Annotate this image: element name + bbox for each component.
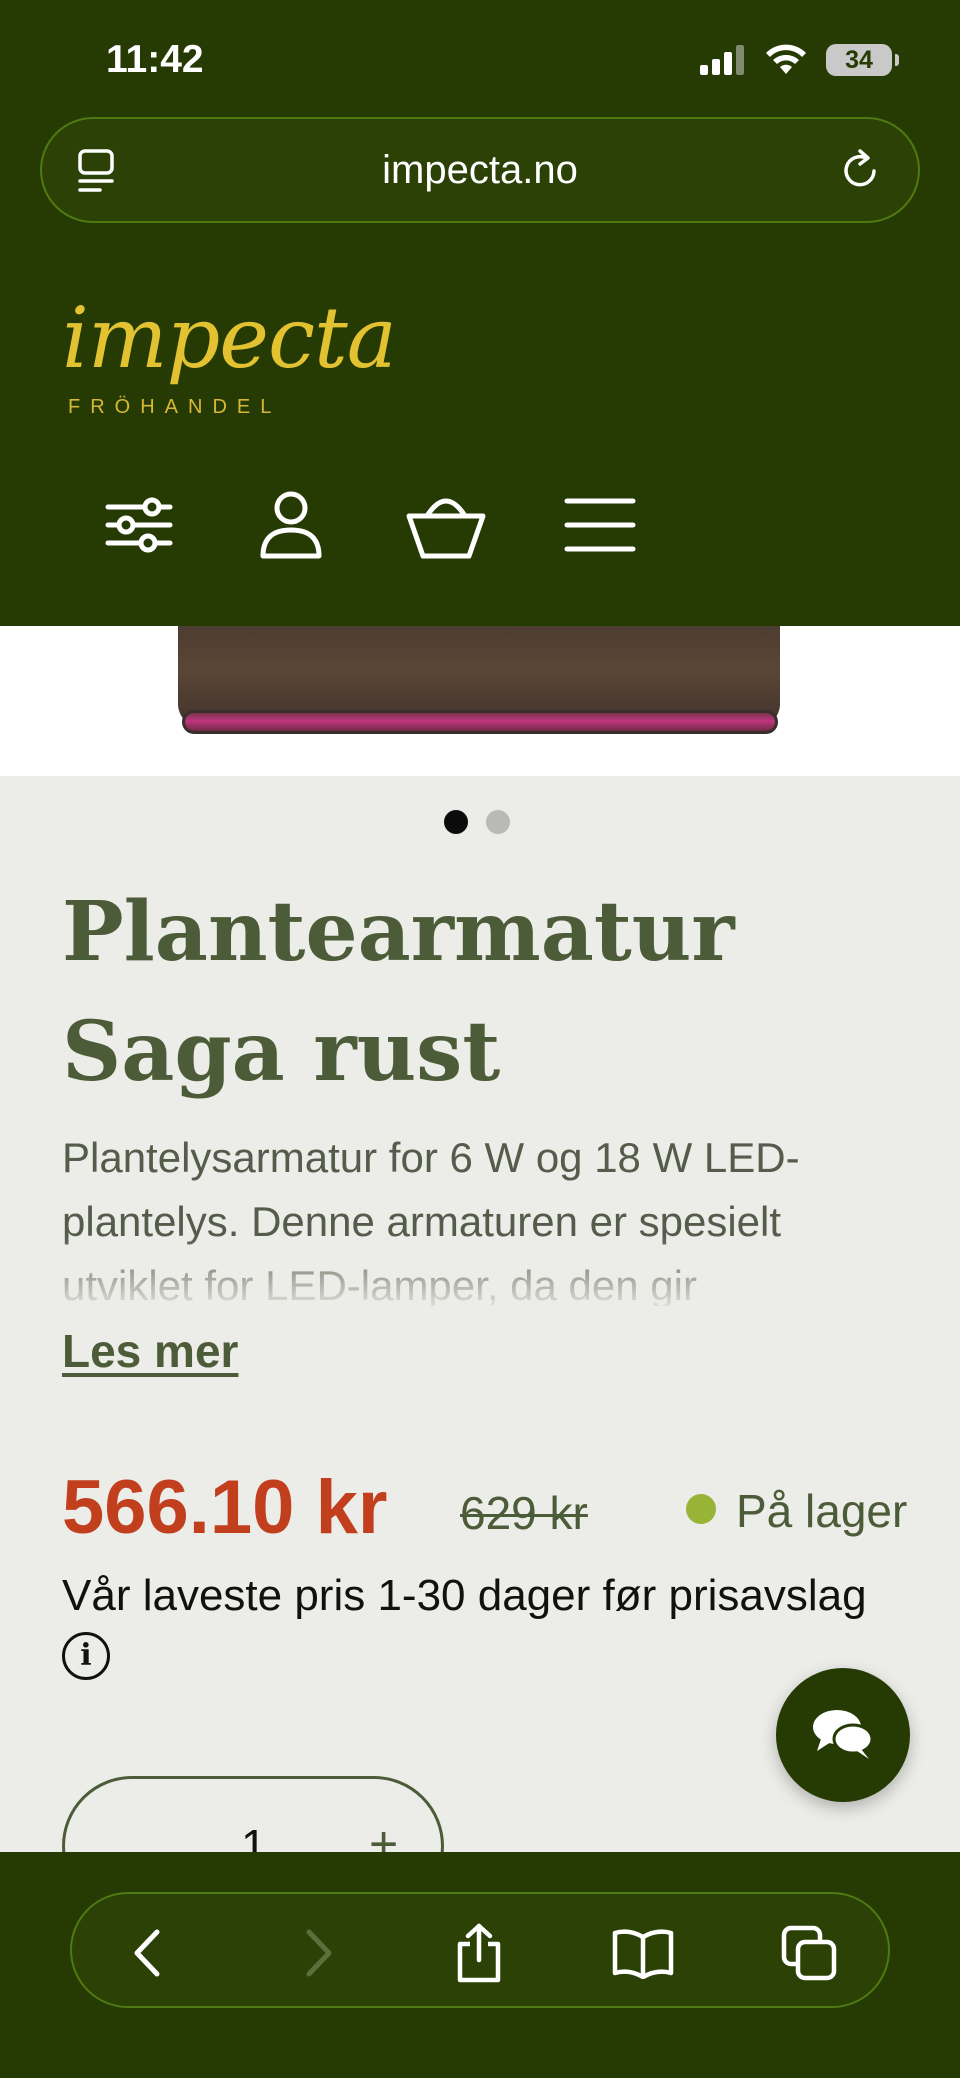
chevron-left-icon [134,1929,160,1977]
logo-wordmark: impecta [62,289,397,387]
chevron-right-icon [306,1929,332,1977]
cellular-signal-icon [700,45,744,75]
stock-status: På lager [736,1485,908,1537]
book-icon [612,1929,674,1979]
current-price: 566.10 kr [62,1465,388,1550]
basket-button[interactable] [401,480,491,570]
url-text: impecta.no [382,147,578,192]
page-settings-icon[interactable] [76,147,120,197]
toolbar-pill [70,1892,890,2008]
tabs-icon [781,1925,837,1981]
product-title: Plantearmatur Saga rust [62,884,735,1100]
filter-icon [105,497,173,553]
status-icons: 34 [700,44,899,76]
address-bar[interactable]: impecta.no [40,117,920,223]
stock-status-dot [686,1494,716,1524]
gallery-pagination [444,810,510,834]
description-fade [0,1236,960,1308]
site-header: 11:42 34 impecta.no impecta FRÖHANDEL [0,0,960,626]
tabs-button[interactable] [776,1920,842,1986]
price-row: 566.10 kr 629 kr På lager [62,1464,922,1554]
reload-icon[interactable] [836,145,886,195]
battery-indicator: 34 [826,44,899,76]
share-button[interactable] [446,1920,512,1986]
chat-bubbles-icon [813,1710,874,1759]
read-more-link[interactable]: Les mer [62,1324,238,1378]
forward-button[interactable] [286,1920,352,1986]
lamp-rim-image [182,710,778,734]
bookmarks-button[interactable] [610,1920,676,1986]
account-button[interactable] [246,480,336,570]
info-icon[interactable]: i [62,1632,110,1680]
lowest-price-note: Vår laveste pris 1-30 dager før prisavsl… [62,1571,867,1620]
brand-logo[interactable]: impecta FRÖHANDEL [60,296,397,426]
browser-toolbar [0,1852,960,2078]
product-image[interactable] [0,626,960,776]
share-icon [457,1923,501,1983]
account-icon [260,491,322,559]
back-button[interactable] [114,1920,180,1986]
menu-button[interactable] [555,480,645,570]
menu-icon [564,498,636,552]
header-nav [0,480,960,570]
filter-button[interactable] [94,480,184,570]
gallery-dot-2[interactable] [486,810,510,834]
status-time: 11:42 [106,38,204,81]
logo-tagline: FRÖHANDEL [68,396,282,418]
wifi-icon [766,44,806,74]
basket-icon [406,498,486,559]
chat-button[interactable] [776,1668,910,1802]
gallery-dot-1[interactable] [444,810,468,834]
original-price: 629 kr [460,1487,588,1539]
